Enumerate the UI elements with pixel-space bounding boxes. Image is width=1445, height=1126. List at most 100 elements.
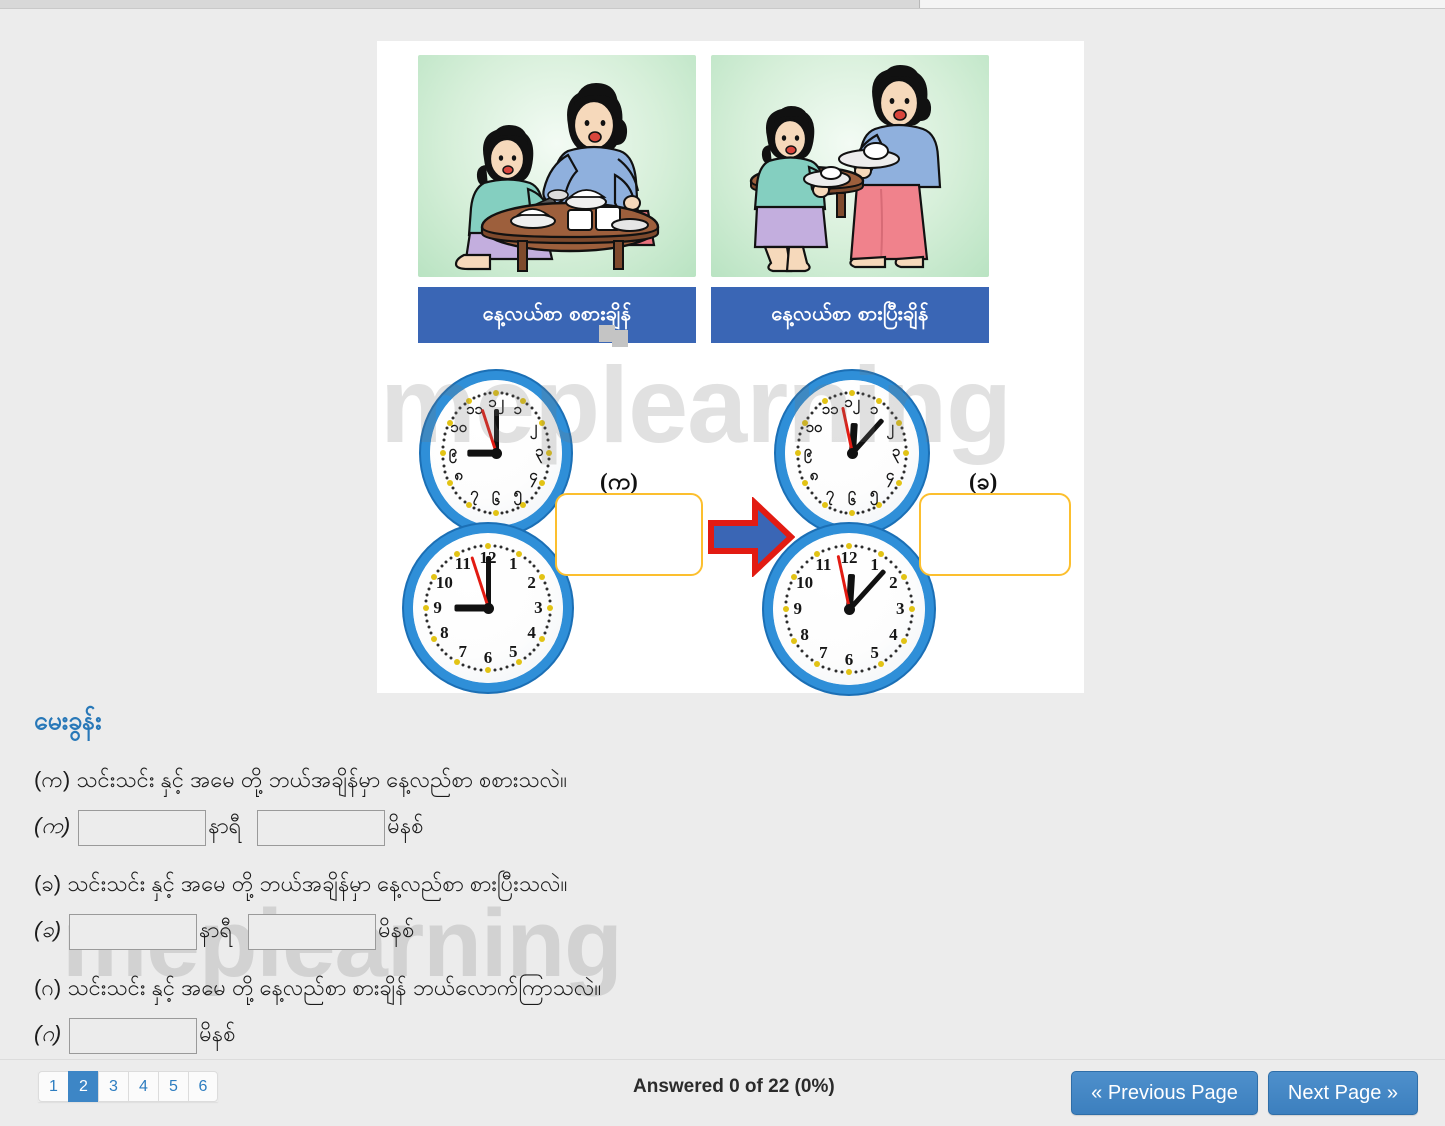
clock-numeral: 8 xyxy=(440,623,449,643)
clock-numeral: ၇ xyxy=(470,486,479,503)
clock-tick xyxy=(427,625,431,629)
clock-tick xyxy=(511,394,515,398)
page-number-pager[interactable]: 123456 xyxy=(38,1071,218,1102)
next-page-button[interactable]: Next Page » xyxy=(1267,1071,1418,1115)
clock-tick xyxy=(810,411,814,415)
clock-numeral: ၅ xyxy=(513,486,522,503)
clock-tick xyxy=(903,464,907,468)
clock-tick xyxy=(463,500,467,504)
banner-nub-2 xyxy=(599,325,615,342)
clock-tick xyxy=(516,506,520,510)
clock-tick xyxy=(834,669,838,673)
clock-tick xyxy=(477,508,481,512)
clock-tick xyxy=(840,670,844,674)
answer-input-1-minutes[interactable] xyxy=(257,809,386,846)
clock-tick xyxy=(543,581,547,585)
illustration-card: နေ့လယ်စာ စစားချိန် နေ့လယ်စာ စားပြီးချိန်… xyxy=(377,41,1084,693)
clock-tick xyxy=(886,406,890,410)
clock-numeral: ၅ xyxy=(869,486,879,503)
clock-tick xyxy=(867,667,871,671)
clock-tick xyxy=(902,470,906,474)
clock-tick xyxy=(429,581,433,585)
clock-tick xyxy=(860,545,864,549)
clock-tick xyxy=(909,594,913,598)
clock-tick xyxy=(867,547,871,551)
answer-input-2-hours[interactable] xyxy=(69,913,198,950)
answer-input-3-minutes[interactable] xyxy=(69,1017,198,1054)
clock-numeral: ၈ xyxy=(454,468,463,485)
clock-tick xyxy=(443,432,447,436)
clock-numeral: ၄ xyxy=(529,468,538,485)
page-button-6[interactable]: 6 xyxy=(188,1071,218,1102)
clock-tick xyxy=(493,668,497,672)
page-button-3[interactable]: 3 xyxy=(98,1071,128,1102)
page-button-1[interactable]: 1 xyxy=(38,1071,68,1102)
page-button-2[interactable]: 2 xyxy=(68,1071,98,1102)
page-button-5[interactable]: 5 xyxy=(158,1071,188,1102)
clock-tick xyxy=(511,663,515,667)
clock-kh-burmese: ၁၂ ၁၂၃၄၅၆၇၈ ၉ ၁၀ ၁၁ xyxy=(785,380,919,526)
answer-input-2-minutes[interactable] xyxy=(248,913,377,950)
bottom-navigation-bar: 123456 Answered 0 of 22 (0%) « Previous … xyxy=(0,1059,1445,1126)
clock-tick xyxy=(782,606,789,612)
clock-tick xyxy=(505,392,509,396)
answer-box-k[interactable] xyxy=(555,493,703,576)
clock-tick xyxy=(483,510,487,514)
clock-tick xyxy=(422,605,429,611)
clock-numeral: 9 xyxy=(433,598,442,617)
clock-tick xyxy=(500,511,504,515)
clock-tick xyxy=(545,587,549,591)
answer-row-2: (ခ) နာရီ မိနစ် xyxy=(34,913,1134,950)
clock-tick xyxy=(547,619,551,623)
clock-numeral: 1 xyxy=(508,554,518,574)
clock-tick xyxy=(905,581,909,585)
clock-numeral: 10 xyxy=(435,572,453,592)
clock-tick xyxy=(477,394,481,398)
clock-tick xyxy=(543,631,547,635)
clock-tick xyxy=(907,627,911,631)
clock-tick xyxy=(424,613,428,617)
clock-tick xyxy=(425,619,429,623)
clock-tick xyxy=(444,652,448,656)
clock-hour-dot xyxy=(896,480,903,487)
previous-page-button[interactable]: « Previous Page xyxy=(1071,1071,1258,1115)
clock-tick xyxy=(884,658,888,662)
clock-tick xyxy=(884,556,888,560)
clock-tick xyxy=(543,476,547,480)
answer-box-kh[interactable] xyxy=(919,493,1071,576)
clock-tick xyxy=(905,633,909,637)
clock-tick xyxy=(449,656,453,660)
clock-tick xyxy=(449,556,453,560)
clock-tick xyxy=(528,560,532,564)
clock-tick xyxy=(787,587,791,591)
clock-tick xyxy=(861,510,865,514)
clock-tick xyxy=(499,667,503,671)
clock-tick xyxy=(546,450,553,456)
clock-tick xyxy=(867,508,871,512)
answer-unit-1-hours: နာရီ xyxy=(208,813,242,839)
clock-numeral: 1 xyxy=(870,554,879,574)
answer-input-1-hours[interactable] xyxy=(78,809,207,846)
clock-numeral: ၁၀ xyxy=(450,419,468,436)
clock-numeral: ၃ xyxy=(534,444,544,460)
clock-hour-dot xyxy=(539,636,545,643)
clock-tick xyxy=(458,496,462,500)
clock-tick xyxy=(890,491,894,495)
answer-unit-1-minutes: မိနစ် xyxy=(387,813,424,839)
clock-tick xyxy=(828,506,832,510)
clock-tick xyxy=(547,605,554,611)
clock-tick xyxy=(854,670,858,674)
page-button-4[interactable]: 4 xyxy=(128,1071,158,1102)
clock-tick xyxy=(882,402,886,406)
answered-status: Answered 0 of 22 (0%) xyxy=(633,1076,835,1097)
clock-tick xyxy=(805,560,809,564)
clock-tick xyxy=(479,668,483,672)
clock-numeral: 3 xyxy=(895,599,905,618)
clock-numeral: 4 xyxy=(527,623,536,643)
clock-tick xyxy=(800,565,804,569)
clock-tick xyxy=(785,620,789,624)
page-content: နေ့လယ်စာ စစားချိန် နေ့လယ်စာ စားပြီးချိန်… xyxy=(0,9,1445,1059)
clock-tick xyxy=(454,491,458,495)
clock-tick xyxy=(547,457,551,461)
clock-tick xyxy=(798,470,802,474)
